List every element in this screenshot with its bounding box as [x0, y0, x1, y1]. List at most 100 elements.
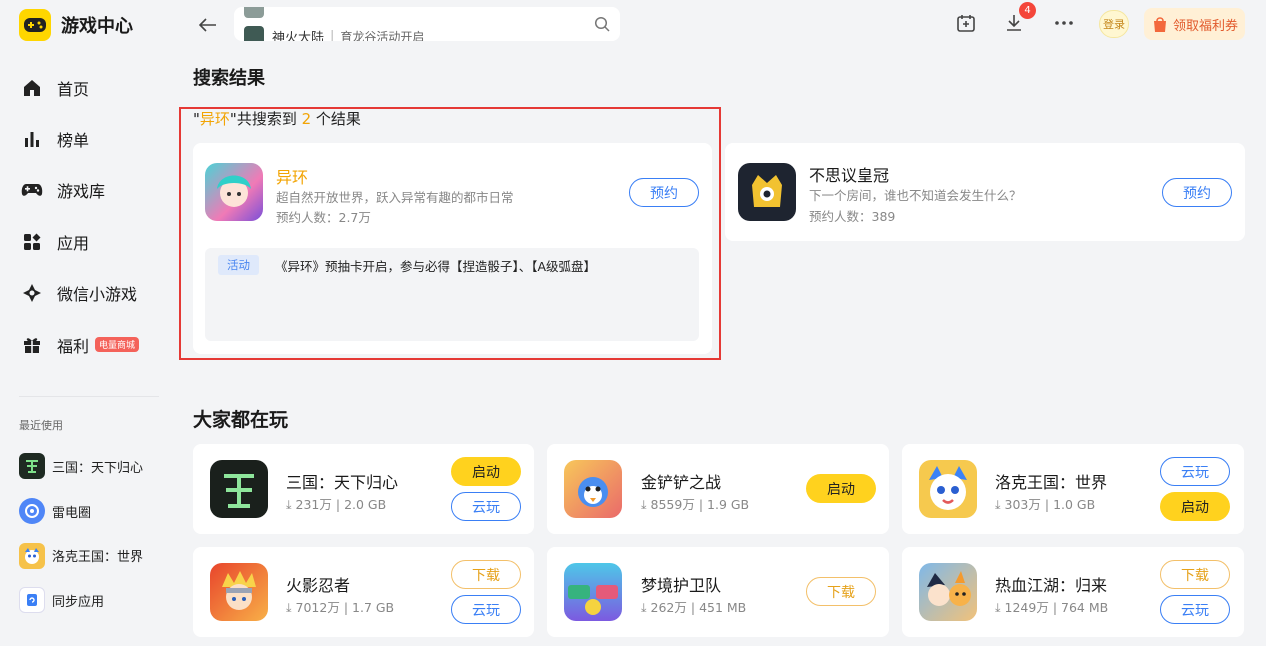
- search-summary: "异环"共搜索到 2 个结果: [193, 108, 361, 129]
- launch-button[interactable]: 启动: [806, 474, 876, 503]
- naruto-game-icon[interactable]: [210, 563, 268, 621]
- sidebar-item-label: 首页: [57, 79, 90, 99]
- launch-button[interactable]: 启动: [1160, 492, 1230, 521]
- file-size: 451 MB: [699, 600, 747, 615]
- recent-item-label: 三国：天下归心: [52, 460, 144, 476]
- sanguo-game-icon[interactable]: [210, 460, 268, 518]
- crown-game-icon[interactable]: [738, 163, 796, 221]
- search-suggestion[interactable]: 神火大陆 | 育龙谷活动开启: [244, 26, 424, 41]
- suggestion-separator: |: [330, 28, 335, 42]
- login-button[interactable]: 登录: [1099, 10, 1129, 38]
- recent-item-rock-kingdom[interactable]: 洛克王国：世界: [19, 533, 169, 578]
- sidebar-item-wechat-games[interactable]: 微信小游戏: [20, 268, 170, 319]
- game-stats: ⤓ 231万 | 2.0 GB: [286, 494, 386, 513]
- game-stats: ⤓ 1249万 | 764 MB: [995, 597, 1108, 616]
- result-count: 2: [301, 110, 312, 128]
- file-size: 1.9 GB: [707, 497, 750, 512]
- rock-kingdom-game-icon[interactable]: [919, 460, 977, 518]
- suggestion-subtitle: 育龙谷活动开启: [340, 29, 425, 42]
- download-button[interactable]: 下载: [451, 560, 521, 589]
- download-count: 8559万: [650, 497, 695, 512]
- quote-open: ": [193, 110, 200, 128]
- cloud-play-button[interactable]: 云玩: [1160, 595, 1230, 624]
- search-input[interactable]: 神火大陆 | 育龙谷活动开启: [234, 7, 620, 41]
- download-glyph-icon: ⤓: [641, 497, 647, 512]
- sidebar: 游戏中心 首页 榜单 游戏库 应用 微信小游戏 福利 电量商城 最近使用 三国：…: [0, 0, 176, 646]
- recent-item-label: 雷电圈: [52, 505, 92, 521]
- dream-guard-game-icon[interactable]: [564, 563, 622, 621]
- reserve-button[interactable]: 预约: [1162, 178, 1232, 207]
- brand[interactable]: 游戏中心: [19, 9, 133, 41]
- download-count: 1249万: [1004, 600, 1049, 615]
- suggestion-name: 神火大陆: [272, 30, 325, 42]
- yihuan-game-icon[interactable]: [205, 163, 263, 221]
- download-glyph-icon: ⤓: [995, 497, 1001, 512]
- game-name[interactable]: 不思议皇冠: [809, 162, 889, 186]
- quote-close: ": [229, 110, 237, 128]
- recent-item-sanguo[interactable]: 三国：天下归心: [19, 444, 169, 489]
- back-arrow-icon: [199, 18, 216, 32]
- download-glyph-icon: ⤓: [641, 600, 647, 615]
- jinchanchan-game-icon[interactable]: [564, 460, 622, 518]
- claim-coupon-button[interactable]: 领取福利券: [1144, 8, 1245, 40]
- download-count: 231万: [295, 497, 332, 512]
- download-button[interactable]: 下载: [806, 577, 876, 606]
- sidebar-item-label: 福利: [57, 336, 90, 356]
- sidebar-item-game-library[interactable]: 游戏库: [20, 165, 170, 216]
- activity-box[interactable]: 活动 《异环》预抽卡开启，参与必得【捏造骰子】、【A级弧盘】: [205, 248, 699, 341]
- file-size: 1.7 GB: [352, 600, 395, 615]
- recent-item-leidianquan[interactable]: 雷电圈: [19, 489, 169, 534]
- coupon-bag-icon: [1153, 17, 1166, 32]
- download-count: 262万: [650, 600, 687, 615]
- game-name[interactable]: 三国：天下归心: [286, 469, 398, 493]
- download-count-badge: 4: [1019, 2, 1036, 19]
- suggestion-game-thumb: [244, 7, 264, 18]
- power-store-badge: 电量商城: [95, 337, 140, 353]
- search-results-title: 搜索结果: [193, 68, 265, 89]
- cloud-play-button[interactable]: 云玩: [451, 492, 521, 521]
- suggestion-game-thumb: [244, 26, 264, 41]
- game-stats: ⤓ 8559万 | 1.9 GB: [641, 494, 749, 513]
- download-glyph-icon: ⤓: [995, 600, 1001, 615]
- cloud-play-button[interactable]: 云玩: [451, 595, 521, 624]
- summary-middle: 共搜索到: [236, 110, 302, 128]
- meta-separator: |: [335, 497, 341, 512]
- download-button[interactable]: 下载: [1160, 560, 1230, 589]
- reservation-count: 预约人数：389: [809, 209, 896, 224]
- game-name[interactable]: 洛克王国：世界: [995, 469, 1107, 493]
- cloud-play-button[interactable]: 云玩: [1160, 457, 1230, 486]
- reserve-button[interactable]: 预约: [629, 178, 699, 207]
- leidian-circle-icon: [19, 498, 45, 525]
- reservation-count: 预约人数：2.7万: [276, 210, 371, 225]
- game-name[interactable]: 梦境护卫队: [641, 572, 721, 596]
- sidebar-item-home[interactable]: 首页: [20, 62, 170, 113]
- game-name[interactable]: 火影忍者: [286, 572, 350, 596]
- game-stats: ⤓ 262万 | 451 MB: [641, 597, 746, 616]
- game-stats: ⤓ 303万 | 1.0 GB: [995, 494, 1095, 513]
- activity-tag: 活动: [218, 255, 259, 275]
- search-keyword: 异环: [199, 110, 230, 128]
- game-name[interactable]: 热血江湖：归来: [995, 572, 1107, 596]
- file-size: 764 MB: [1061, 600, 1109, 615]
- recent-item-sync-apps[interactable]: 同步应用: [19, 578, 169, 623]
- rexue-jianghu-game-icon[interactable]: [919, 563, 977, 621]
- activity-text: 《异环》预抽卡开启，参与必得【捏造骰子】、【A级弧盘】: [275, 259, 597, 274]
- sidebar-item-apps[interactable]: 应用: [20, 216, 170, 267]
- search-icon[interactable]: [594, 16, 610, 32]
- game-description: 下一个房间，谁也不知道会发生什么？: [809, 188, 1022, 203]
- back-button[interactable]: [196, 13, 220, 37]
- sanguo-game-icon: [19, 453, 45, 480]
- summary-suffix: 个结果: [311, 110, 361, 128]
- calendar-icon[interactable]: [955, 12, 977, 34]
- more-icon[interactable]: [1053, 12, 1075, 34]
- launch-button[interactable]: 启动: [451, 457, 521, 486]
- meta-separator: |: [1044, 497, 1050, 512]
- meta-separator: |: [698, 497, 704, 512]
- game-name[interactable]: 金铲铲之战: [641, 469, 721, 493]
- game-name[interactable]: 异环: [276, 164, 308, 188]
- sidebar-item-rankings[interactable]: 榜单: [20, 113, 170, 164]
- sidebar-item-label: 游戏库: [57, 182, 106, 202]
- claim-coupon-label: 领取福利券: [1172, 18, 1238, 34]
- sidebar-item-welfare[interactable]: 福利 电量商城: [20, 319, 170, 370]
- download-count: 303万: [1004, 497, 1041, 512]
